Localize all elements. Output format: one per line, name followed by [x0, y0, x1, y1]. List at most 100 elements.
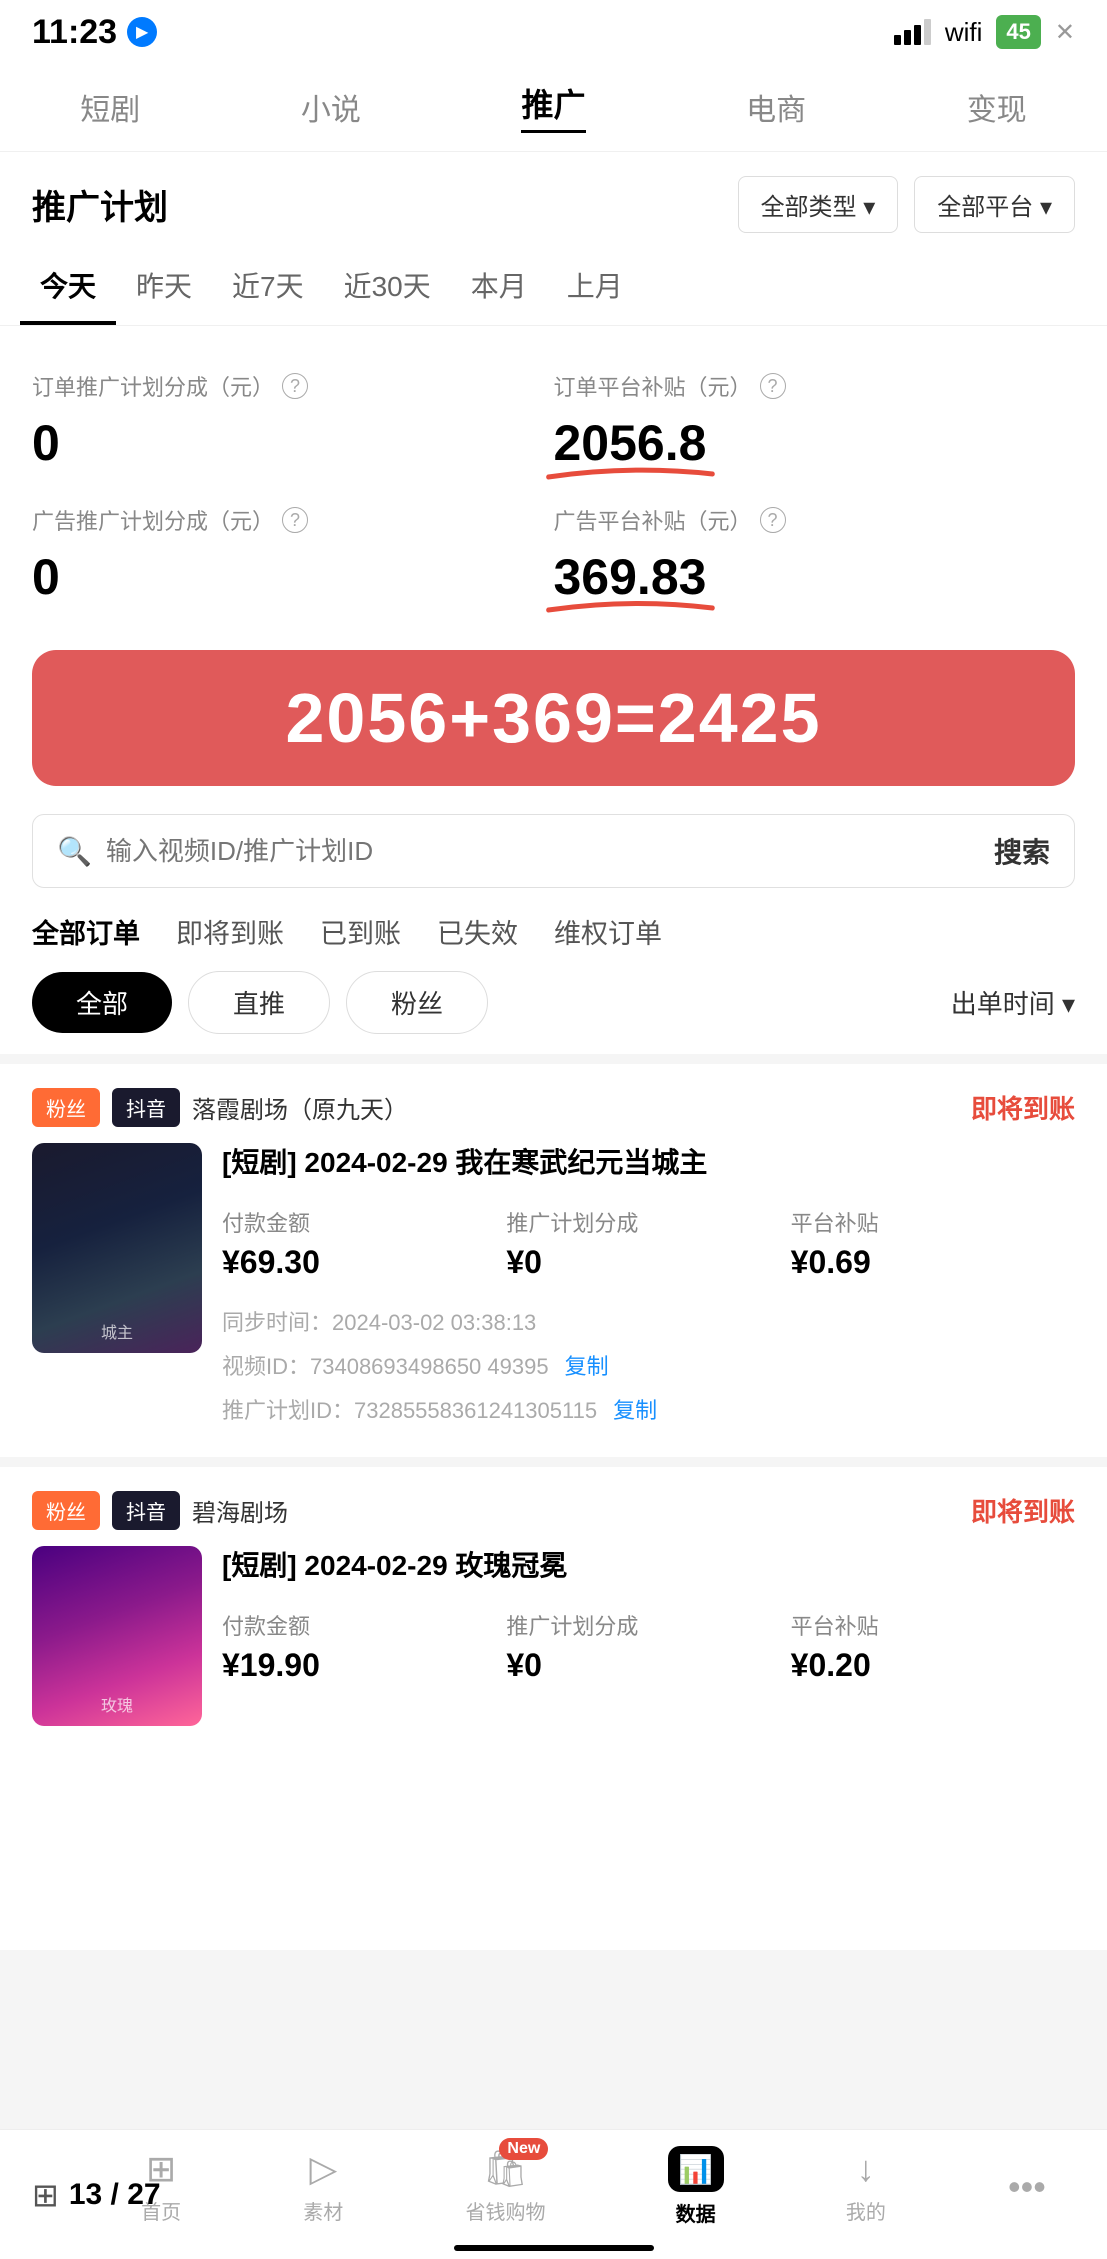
tag-platform-2: 抖音 — [112, 1491, 180, 1530]
banner-text: 2056+369=2425 — [286, 679, 822, 757]
nav-btn-mine[interactable]: ↓ 我的 — [846, 2148, 886, 2225]
signal-icon — [894, 19, 931, 45]
new-badge: New — [499, 2138, 548, 2160]
card-image-1: 城主 — [32, 1143, 202, 1353]
time-tab-today[interactable]: 今天 — [20, 249, 116, 325]
tag-fans-1: 粉丝 — [32, 1088, 100, 1127]
order-subsidy-label: 订单平台补贴（元） — [554, 370, 752, 402]
copy-plan-id-1[interactable]: 复制 — [613, 1389, 657, 1433]
nav-item-biànxian[interactable]: 变现 — [967, 85, 1027, 129]
time-tab-thismonth[interactable]: 本月 — [451, 249, 547, 325]
time-tab-lastmonth[interactable]: 上月 — [547, 249, 643, 325]
nav-item-duanju[interactable]: 短剧 — [80, 85, 140, 129]
ad-commission-value: 0 — [32, 549, 60, 605]
search-bar[interactable]: 🔍 搜索 — [32, 814, 1075, 888]
subsidy-value-2: ¥0.20 — [791, 1647, 1075, 1684]
pay-value-2: ¥19.90 — [222, 1647, 506, 1684]
card-image-2: 玫瑰 — [32, 1546, 202, 1726]
stat-ad-commission: 广告推广计划分成（元） ? 0 — [32, 488, 554, 622]
close-btn[interactable]: ✕ — [1055, 18, 1075, 47]
order-commission-help: ? — [282, 373, 308, 399]
order-subsidy-help: ? — [760, 373, 786, 399]
commission-value-2: ¥0 — [506, 1647, 790, 1684]
order-card-2: 粉丝 抖音 碧海剧场 即将到账 玫瑰 [短剧] 2024-02-29 玫瑰冠冕 … — [0, 1457, 1107, 1750]
order-commission-label: 订单推广计划分成（元） — [32, 370, 274, 402]
copy-video-id-1[interactable]: 复制 — [565, 1345, 609, 1389]
slide-counter: ⊞ 13 / 27 — [32, 2176, 161, 2214]
data-label: 数据 — [676, 2198, 716, 2227]
card-title-1: [短剧] 2024-02-29 我在寒武纪元当城主 — [222, 1143, 1075, 1182]
commission-label-1: 推广计划分成 — [506, 1206, 790, 1238]
material-icon: ▷ — [309, 2148, 337, 2190]
time-tab-yesterday[interactable]: 昨天 — [116, 249, 212, 325]
channel-name-1: 落霞剧场（原九天） — [192, 1090, 408, 1125]
tag-fans-2: 粉丝 — [32, 1491, 100, 1530]
order-tabs-row: 全部订单 即将到账 已到账 已失效 维权订单 — [0, 912, 1107, 971]
pay-value-1: ¥69.30 — [222, 1244, 506, 1281]
nav-item-dianshang[interactable]: 电商 — [746, 85, 806, 129]
section-title: 推广计划 — [32, 180, 168, 229]
battery-indicator: 45 — [996, 15, 1040, 49]
wifi-icon: wifi — [945, 17, 983, 48]
order-tab-received[interactable]: 已到账 — [320, 912, 401, 951]
card-info-1: [短剧] 2024-02-29 我在寒武纪元当城主 付款金额 ¥69.30 推广… — [222, 1143, 1075, 1433]
status-time: 11:23 — [32, 13, 117, 52]
commission-label-2: 推广计划分成 — [506, 1609, 790, 1641]
subsidy-label-1: 平台补贴 — [791, 1206, 1075, 1238]
order-tab-dispute[interactable]: 维权订单 — [554, 912, 662, 951]
filter-type-btn[interactable]: 全部类型 ▾ — [738, 176, 899, 233]
order-tab-all[interactable]: 全部订单 — [32, 912, 140, 951]
card-meta-1: 同步时间：2024-03-02 03:38:13 视频ID：7340869349… — [222, 1301, 1075, 1433]
pay-label-2: 付款金额 — [222, 1609, 506, 1641]
video-id-label-1: 视频ID：73408693498650 49395 — [222, 1345, 549, 1389]
sort-btn[interactable]: 出单时间 ▾ — [951, 984, 1075, 1021]
status-badge-1: 即将到账 — [971, 1089, 1075, 1126]
order-card-1: 粉丝 抖音 落霞剧场（原九天） 即将到账 城主 [短剧] 2024-02-29 … — [0, 1054, 1107, 1457]
stat-order-subsidy: 订单平台补贴（元） ? 2056.8 — [554, 354, 1076, 488]
main-section: 推广计划 全部类型 ▾ 全部平台 ▾ 今天 昨天 近7天 近30天 本月 上月 … — [0, 152, 1107, 1950]
tag-platform-1: 抖音 — [112, 1088, 180, 1127]
home-indicator — [454, 2245, 654, 2251]
pay-label-1: 付款金额 — [222, 1206, 506, 1238]
mine-icon: ↓ — [857, 2148, 875, 2190]
more-icon: ••• — [1008, 2166, 1046, 2208]
card-info-2: [短剧] 2024-02-29 玫瑰冠冕 付款金额 ¥19.90 推广计划分成 … — [222, 1546, 1075, 1726]
sub-filter-row: 全部 直推 粉丝 出单时间 ▾ — [0, 971, 1107, 1054]
ad-subsidy-help: ? — [760, 507, 786, 533]
ad-commission-label: 广告推广计划分成（元） — [32, 504, 274, 536]
nav-btn-material[interactable]: ▷ 素材 — [303, 2148, 343, 2225]
order-tab-incoming[interactable]: 即将到账 — [176, 912, 284, 951]
stats-grid: 订单推广计划分成（元） ? 0 订单平台补贴（元） ? 2056.8 广告推广计… — [0, 326, 1107, 642]
sub-filter-all[interactable]: 全部 — [32, 972, 172, 1033]
search-icon: 🔍 — [57, 835, 92, 868]
sub-filter-fans[interactable]: 粉丝 — [346, 971, 488, 1034]
subsidy-value-1: ¥0.69 — [791, 1244, 1075, 1281]
sync-time-1: 同步时间：2024-03-02 03:38:13 — [222, 1301, 1075, 1345]
search-btn[interactable]: 搜索 — [994, 831, 1050, 871]
order-commission-value: 0 — [32, 415, 60, 471]
plan-id-label-1: 推广计划ID：73285558361241305115 — [222, 1389, 597, 1433]
nav-btn-data[interactable]: 📊 数据 — [668, 2146, 724, 2227]
card-title-2: [短剧] 2024-02-29 玫瑰冠冕 — [222, 1546, 1075, 1585]
header-row: 推广计划 全部类型 ▾ 全部平台 ▾ — [0, 152, 1107, 249]
time-tab-7days[interactable]: 近7天 — [212, 249, 324, 325]
time-tab-30days[interactable]: 近30天 — [324, 249, 451, 325]
data-icon: 📊 — [678, 2153, 713, 2186]
nav-btn-more[interactable]: ••• — [1008, 2166, 1046, 2208]
commission-value-1: ¥0 — [506, 1244, 790, 1281]
nav-item-tuiguang[interactable]: 推广 — [521, 80, 585, 133]
time-tabs-row: 今天 昨天 近7天 近30天 本月 上月 — [0, 249, 1107, 326]
ad-commission-help: ? — [282, 507, 308, 533]
top-navigation: 短剧 小说 推广 电商 变现 — [0, 60, 1107, 152]
filter-platform-btn[interactable]: 全部平台 ▾ — [914, 176, 1075, 233]
calculation-banner: 2056+369=2425 — [32, 650, 1075, 786]
sub-filter-direct[interactable]: 直推 — [188, 971, 330, 1034]
nav-btn-shopping[interactable]: 🛍 New 省钱购物 — [465, 2148, 545, 2225]
status-badge-2: 即将到账 — [971, 1492, 1075, 1529]
order-tab-expired[interactable]: 已失效 — [437, 912, 518, 951]
material-label: 素材 — [303, 2196, 343, 2225]
search-input[interactable] — [106, 836, 980, 867]
mine-label: 我的 — [846, 2196, 886, 2225]
nav-item-xiaoshuo[interactable]: 小说 — [301, 85, 361, 129]
channel-name-2: 碧海剧场 — [192, 1493, 288, 1528]
